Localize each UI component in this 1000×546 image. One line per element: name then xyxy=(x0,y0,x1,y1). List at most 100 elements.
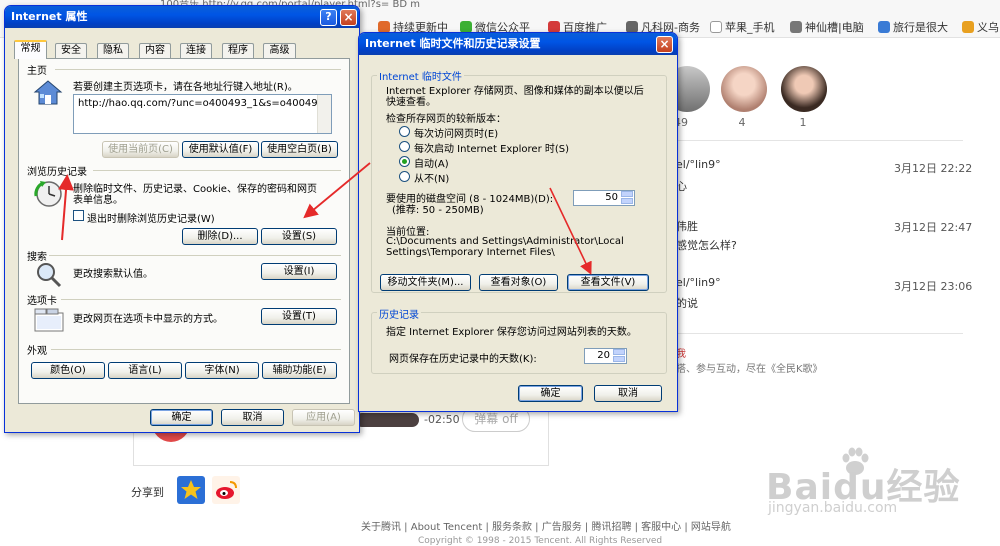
close-button[interactable]: × xyxy=(656,36,673,53)
delete-history-button[interactable]: 删除(D)... xyxy=(182,228,258,245)
tab-privacy[interactable]: 隐私 xyxy=(97,43,129,58)
fan-count: 1 xyxy=(799,116,807,129)
history-settings-button[interactable]: 设置(S) xyxy=(261,228,337,245)
tab-programs[interactable]: 程序 xyxy=(222,43,254,58)
page-icon xyxy=(710,21,722,33)
qzone-star-icon[interactable] xyxy=(177,476,205,504)
close-button[interactable]: × xyxy=(340,9,357,26)
bookmark-icon xyxy=(962,21,974,33)
cancel-button[interactable]: 取消 xyxy=(594,385,662,402)
footer-links[interactable]: 关于腾讯 | About Tencent | 服务条款 | 广告服务 | 腾讯招… xyxy=(361,518,731,533)
current-location-path-line2: Settings\Temporary Internet Files\ xyxy=(386,247,555,258)
accessibility-button[interactable]: 辅助功能(E) xyxy=(262,362,337,379)
ok-button[interactable]: 确定 xyxy=(150,409,213,426)
comment-text: 的说 xyxy=(676,297,698,310)
spin-up-icon[interactable] xyxy=(621,191,633,197)
radio-automatic[interactable] xyxy=(399,156,410,167)
bookmark-item[interactable]: 苹果_手机 xyxy=(710,20,775,36)
tabs-settings-button[interactable]: 设置(T) xyxy=(261,308,337,325)
colors-button[interactable]: 颜色(O) xyxy=(31,362,105,379)
fan-avatar[interactable] xyxy=(781,66,827,112)
tab-security[interactable]: 安全 xyxy=(55,43,87,58)
player-time: -02:50 xyxy=(424,413,460,426)
apply-button[interactable]: 应用(A) xyxy=(292,409,355,426)
divider xyxy=(61,299,341,300)
comment-date: 3月12日 22:47 xyxy=(894,221,973,234)
home-icon xyxy=(33,80,63,105)
spin-down-icon[interactable] xyxy=(621,198,633,204)
help-button[interactable]: ? xyxy=(320,9,337,26)
cancel-button[interactable]: 取消 xyxy=(221,409,284,426)
move-folder-button[interactable]: 移动文件夹(M)... xyxy=(380,274,471,291)
radio-never-label[interactable]: 从不(N) xyxy=(414,170,449,185)
fonts-button[interactable]: 字体(N) xyxy=(185,362,259,379)
view-files-button[interactable]: 查看文件(V) xyxy=(567,274,649,291)
history-days-spinner[interactable]: 20 xyxy=(584,348,627,364)
section-homepage: 主页 xyxy=(27,66,47,77)
current-location-path-line1: C:\Documents and Settings\Administrator\… xyxy=(386,236,624,247)
homepage-url-input[interactable]: http://hao.qq.com/?unc=o400493_1&s=o4004… xyxy=(73,94,332,134)
spin-down-icon[interactable] xyxy=(613,356,625,362)
divider xyxy=(49,255,341,256)
temp-files-settings-dialog: Internet 临时文件和历史记录设置 × Internet 临时文件 Int… xyxy=(358,32,678,412)
promo-text[interactable]: 搭、参与互动，尽在《全民K歌》 xyxy=(676,360,823,375)
tab-content[interactable]: 内容 xyxy=(139,43,171,58)
section-appearance: 外观 xyxy=(27,346,47,357)
temp-files-group-title: Internet 临时文件 xyxy=(377,68,464,83)
delete-on-exit-checkbox[interactable] xyxy=(73,210,84,221)
dialog-title: Internet 属性 xyxy=(11,10,88,23)
delete-on-exit-label[interactable]: 退出时删除浏览历史记录(W) xyxy=(87,210,215,225)
scrollbar[interactable] xyxy=(317,95,331,133)
progress-bar[interactable] xyxy=(355,413,419,427)
tab-connections[interactable]: 连接 xyxy=(180,43,212,58)
divider xyxy=(93,170,341,171)
divider xyxy=(676,140,963,141)
watermark-url: jingyan.baidu.com xyxy=(768,500,898,516)
dialog-titlebar[interactable]: Internet 属性 xyxy=(5,6,359,28)
radio-every-visit[interactable] xyxy=(399,126,410,137)
tabs-description: 更改网页在选项卡中显示的方式。 xyxy=(73,314,223,325)
internet-options-dialog: Internet 属性 ? × 常规 安全 隐私 内容 连接 程序 高级 主页 … xyxy=(4,5,360,433)
radio-every-start-label[interactable]: 每次启动 Internet Explorer 时(S) xyxy=(414,140,569,155)
comment-user[interactable]: el/°lin9° xyxy=(676,276,721,289)
use-blank-button[interactable]: 使用空白页(B) xyxy=(261,141,338,158)
bookmark-item[interactable]: 义乌 xyxy=(962,20,999,36)
search-description: 更改搜索默认值。 xyxy=(73,269,153,280)
tab-advanced[interactable]: 高级 xyxy=(263,43,296,58)
section-browsing-history: 浏览历史记录 xyxy=(27,167,87,178)
spin-up-icon[interactable] xyxy=(613,349,625,355)
comment-text: 感觉怎么样? xyxy=(676,239,737,252)
divider xyxy=(55,69,341,70)
disk-space-recommend: (推荐: 50 - 250MB) xyxy=(392,205,484,216)
ok-button[interactable]: 确定 xyxy=(518,385,583,402)
disk-space-spinner[interactable]: 50 xyxy=(573,190,635,206)
weibo-icon[interactable] xyxy=(212,476,240,504)
history-clock-icon xyxy=(34,181,62,207)
history-description-line2: 表单信息。 xyxy=(73,195,123,206)
use-default-button[interactable]: 使用默认值(F) xyxy=(182,141,259,158)
history-days-label: 网页保存在历史记录中的天数(K): xyxy=(389,354,537,365)
temp-description-line2: 快速查看。 xyxy=(386,97,436,108)
globe-icon xyxy=(878,21,890,33)
check-versions-label: 检查所存网页的较新版本： xyxy=(386,114,506,125)
languages-button[interactable]: 语言(L) xyxy=(108,362,182,379)
homepage-description: 若要创建主页选项卡，请在各地址行键入地址(R)。 xyxy=(73,82,298,93)
radio-every-visit-label[interactable]: 每次访问网页时(E) xyxy=(414,125,498,140)
comment-user[interactable]: el/°lin9° xyxy=(676,158,721,171)
radio-automatic-label[interactable]: 自动(A) xyxy=(414,155,449,170)
comment-user[interactable]: 伟胜 xyxy=(676,218,698,234)
bookmark-item[interactable]: 神仙槽|电脑 xyxy=(790,20,864,36)
bookmark-item[interactable]: 旅行是很大 xyxy=(878,20,948,36)
history-group-title: 历史记录 xyxy=(377,306,421,321)
radio-every-start[interactable] xyxy=(399,141,410,152)
use-current-button[interactable]: 使用当前页(C) xyxy=(102,141,179,158)
tab-general[interactable]: 常规 xyxy=(14,40,47,59)
radio-never[interactable] xyxy=(399,171,410,182)
fan-avatar[interactable] xyxy=(721,66,767,112)
dialog-titlebar[interactable]: Internet 临时文件和历史记录设置 xyxy=(359,33,677,55)
search-settings-button[interactable]: 设置(I) xyxy=(261,263,337,280)
divider xyxy=(676,333,963,334)
search-icon xyxy=(37,263,62,288)
divider xyxy=(51,349,341,350)
view-objects-button[interactable]: 查看对象(O) xyxy=(479,274,558,291)
